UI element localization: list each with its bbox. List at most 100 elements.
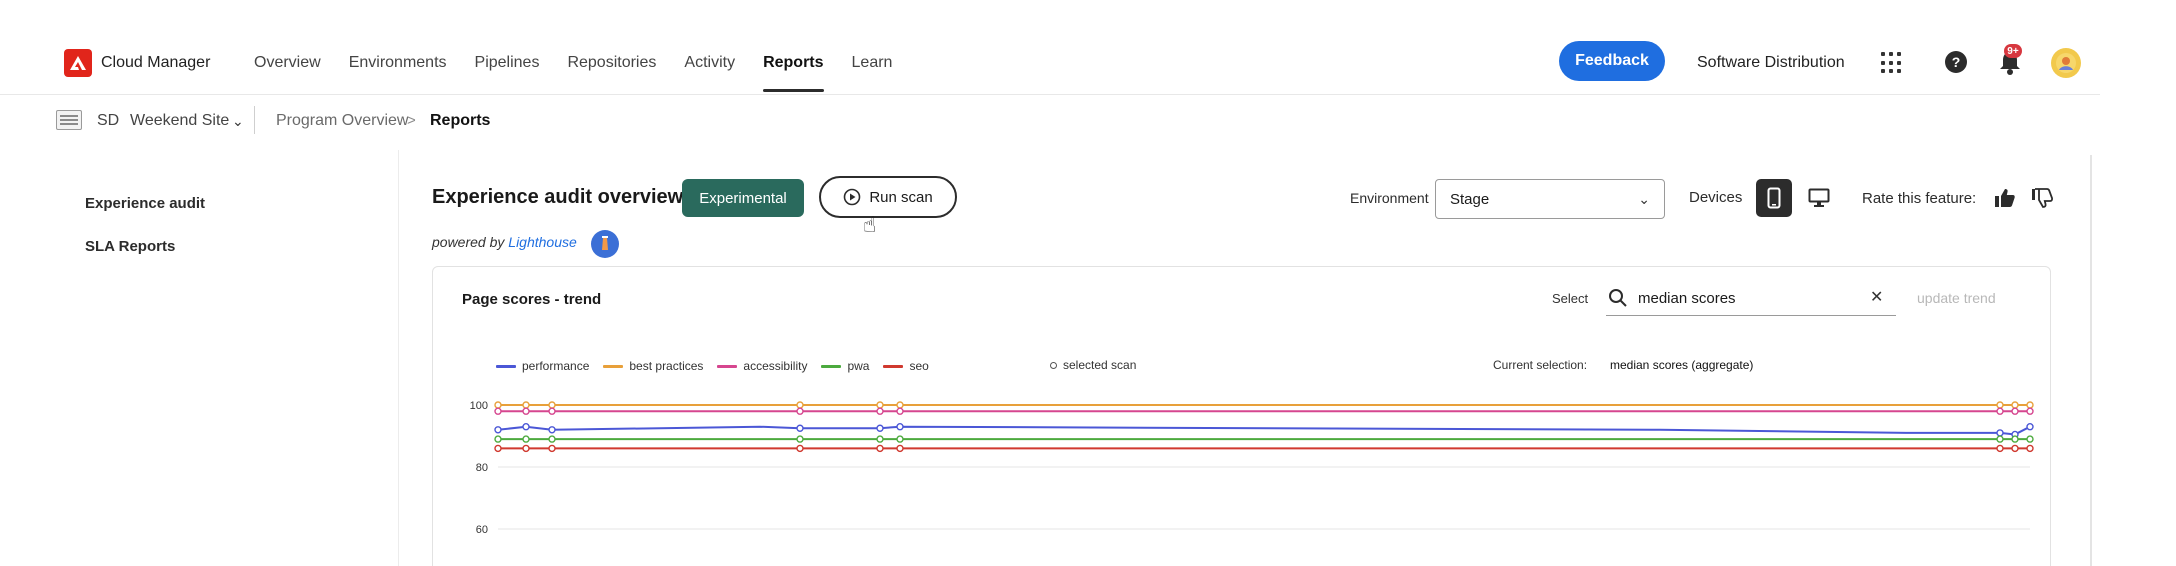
nav-repositories[interactable]: Repositories (567, 36, 656, 92)
y-tick-label: 80 (476, 462, 488, 474)
data-point[interactable] (548, 407, 556, 415)
notification-badge: 9+ (2004, 44, 2022, 58)
run-scan-label: Run scan (869, 188, 933, 206)
legend-item[interactable]: accessibility (717, 359, 807, 373)
legend-swatch (883, 364, 904, 368)
data-point[interactable] (494, 444, 502, 453)
update-trend-button[interactable]: update trend (1917, 290, 1996, 306)
data-point[interactable] (876, 407, 884, 415)
data-point[interactable] (796, 424, 804, 432)
data-point[interactable] (2011, 435, 2019, 443)
legend-item[interactable]: performance (496, 359, 589, 373)
lighthouse-link[interactable]: Lighthouse (508, 234, 577, 250)
data-point[interactable] (796, 444, 804, 453)
environment-select[interactable]: Stage ⌄ (1435, 179, 1665, 219)
nav-overview[interactable]: Overview (254, 36, 321, 92)
data-point[interactable] (1996, 429, 2004, 437)
environment-value: Stage (1450, 190, 1490, 208)
sidebar-border (398, 150, 399, 566)
search-input[interactable] (1638, 286, 1858, 310)
chevron-down-icon[interactable]: ⌄ (232, 113, 244, 130)
close-icon[interactable]: ✕ (1870, 287, 1883, 307)
legend-item[interactable]: pwa (821, 359, 869, 373)
data-point[interactable] (896, 444, 904, 453)
data-point[interactable] (1996, 444, 2004, 453)
sidebar-item-experience-audit[interactable]: Experience audit (85, 195, 205, 212)
data-point[interactable] (896, 435, 904, 443)
data-point[interactable] (548, 435, 556, 443)
desktop-device-button[interactable] (1801, 179, 1837, 217)
chart-legend: performance best practices accessibility pw… (496, 358, 943, 374)
data-point[interactable] (876, 424, 884, 432)
legend-item[interactable]: best practices (603, 359, 703, 373)
nav-activity[interactable]: Activity (684, 36, 735, 92)
data-point[interactable] (2026, 444, 2034, 453)
data-point[interactable] (548, 401, 556, 409)
thumbs-up-icon[interactable] (1993, 186, 2017, 210)
card-title: Page scores - trend (462, 291, 602, 308)
data-point[interactable] (2026, 407, 2034, 415)
software-distribution-link[interactable]: Software Distribution (1697, 54, 1845, 72)
y-tick-label: 60 (476, 524, 488, 536)
data-point[interactable] (876, 444, 884, 453)
data-point[interactable] (494, 407, 502, 415)
data-point[interactable] (876, 435, 884, 443)
data-point[interactable] (1996, 435, 2004, 443)
current-selection-label: Current selection: (1493, 358, 1588, 372)
data-point[interactable] (896, 407, 904, 415)
sidebar: Experience audit SLA Reports (0, 150, 400, 566)
data-point[interactable] (548, 444, 556, 453)
mobile-device-button[interactable] (1756, 179, 1792, 217)
selected-scan-legend: selected scan (1050, 358, 1136, 372)
adobe-logo-icon[interactable] (64, 49, 92, 77)
program-code[interactable]: SD (97, 112, 119, 130)
data-point[interactable] (896, 401, 904, 409)
data-point[interactable] (2011, 444, 2019, 453)
legend-item[interactable]: seo (883, 359, 929, 373)
legend-label: accessibility (743, 359, 808, 373)
app-title[interactable]: Cloud Manager (101, 54, 210, 72)
apps-grid-icon[interactable] (1881, 52, 1903, 74)
data-point[interactable] (2026, 435, 2034, 443)
data-point[interactable] (2011, 407, 2019, 415)
data-point[interactable] (1996, 401, 2004, 409)
data-point[interactable] (522, 435, 530, 443)
data-point[interactable] (1996, 407, 2004, 415)
data-point[interactable] (522, 423, 530, 431)
hand-cursor-icon: ☝ (863, 212, 877, 237)
trend-chart: 100 80 60 (470, 400, 2034, 536)
user-avatar[interactable] (2051, 48, 2081, 78)
data-point[interactable] (896, 423, 904, 431)
panel-edge (2090, 155, 2092, 566)
data-point[interactable] (522, 444, 530, 453)
chevron-down-icon: ⌄ (1638, 191, 1650, 207)
thumbs-down-icon[interactable] (2031, 186, 2055, 210)
data-point[interactable] (494, 426, 502, 434)
data-point[interactable] (494, 401, 502, 409)
nav-environments[interactable]: Environments (349, 36, 447, 92)
data-point[interactable] (2026, 401, 2034, 409)
data-point[interactable] (876, 401, 884, 409)
feedback-button[interactable]: Feedback (1559, 41, 1665, 81)
data-point[interactable] (522, 401, 530, 409)
breadcrumb-separator: > (407, 112, 416, 129)
data-point[interactable] (522, 407, 530, 415)
data-point[interactable] (796, 435, 804, 443)
breadcrumb-program-overview[interactable]: Program Overview (276, 112, 408, 130)
data-point[interactable] (494, 435, 502, 443)
data-point[interactable] (548, 426, 556, 434)
nav-reports[interactable]: Reports (763, 36, 824, 92)
data-point[interactable] (2026, 423, 2034, 431)
data-point[interactable] (796, 407, 804, 415)
nav-pipelines[interactable]: Pipelines (475, 36, 540, 92)
data-point[interactable] (796, 401, 804, 409)
top-bar-divider (0, 94, 2100, 95)
sidebar-item-sla-reports[interactable]: SLA Reports (85, 238, 175, 255)
data-point[interactable] (2011, 401, 2019, 409)
nav-learn[interactable]: Learn (852, 36, 893, 92)
legend-label: seo (909, 359, 929, 373)
help-icon[interactable]: ? (1945, 51, 1967, 73)
breadcrumb: SD Weekend Site ⌄ Program Overview > Rep… (0, 104, 2176, 140)
run-scan-button[interactable]: Run scan (819, 176, 957, 218)
program-switcher[interactable]: Weekend Site (130, 112, 229, 130)
